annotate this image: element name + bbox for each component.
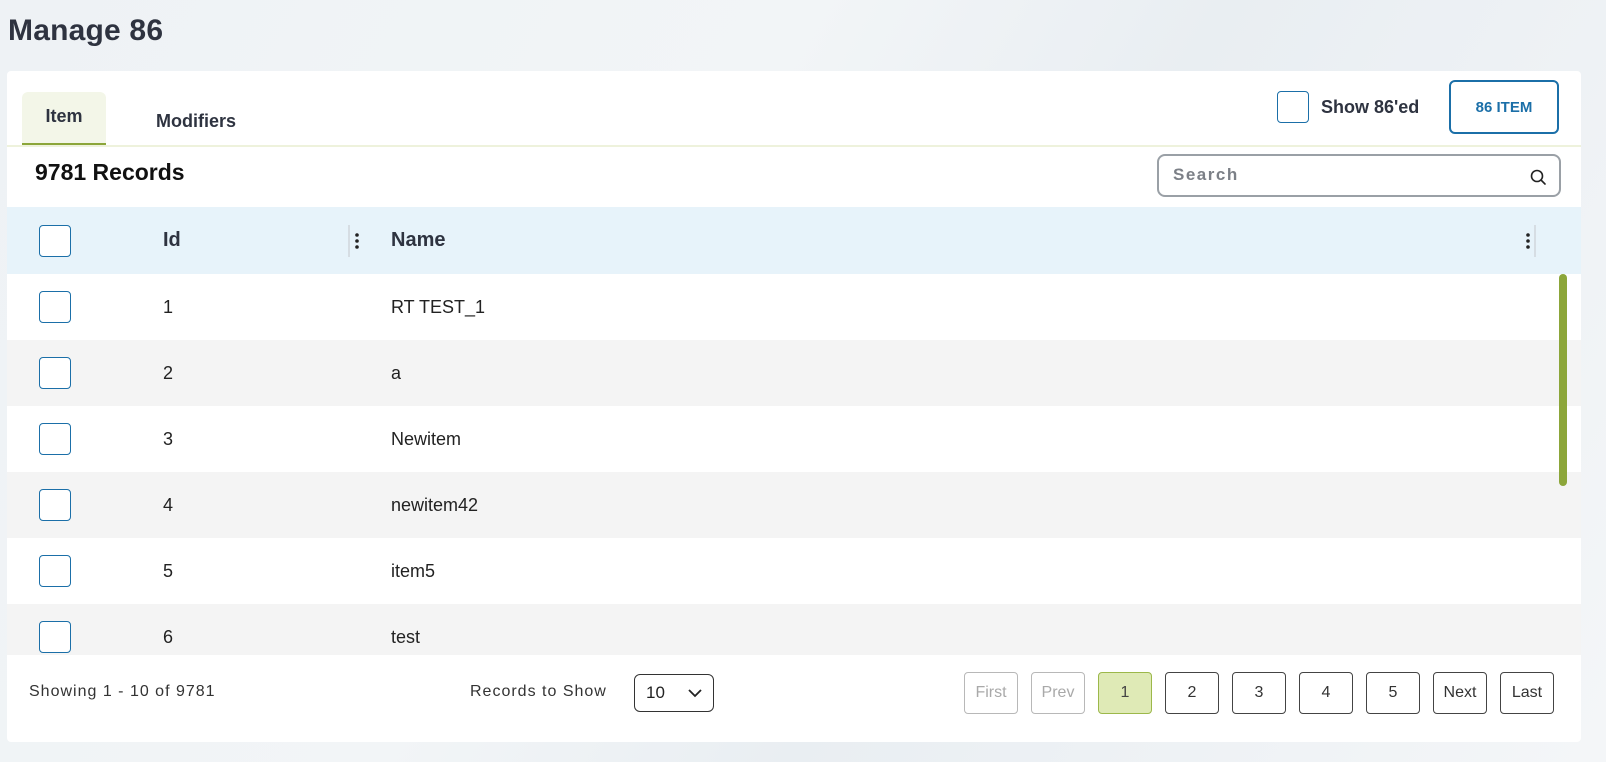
row-id: 1	[163, 296, 174, 317]
chevron-down-icon	[688, 689, 702, 698]
column-header-name[interactable]: Name	[381, 229, 1581, 252]
page-button-3[interactable]: 3	[1232, 672, 1286, 714]
tab-modifiers[interactable]: Modifiers	[106, 92, 286, 146]
column-resize-handle[interactable]	[348, 225, 350, 257]
row-checkbox[interactable]	[39, 621, 71, 653]
row-id: 2	[163, 362, 174, 383]
page-button-4[interactable]: 4	[1299, 672, 1353, 714]
show-86ed-label: Show 86'ed	[1321, 96, 1420, 117]
pagination: First Prev 1 2 3 4 5 Next Last	[964, 672, 1554, 714]
row-name-cell: newitem42	[381, 495, 1581, 516]
row-name-cell: RT TEST_1	[381, 297, 1581, 318]
table-row[interactable]: 3 Newitem	[7, 406, 1581, 472]
next-page-button[interactable]: Next	[1433, 672, 1487, 714]
page-button-1[interactable]: 1	[1098, 672, 1152, 714]
row-id-cell: 1	[147, 297, 381, 318]
row-id-cell: 4	[147, 495, 381, 516]
prev-page-button[interactable]: Prev	[1031, 672, 1085, 714]
tab-bar: Item Modifiers	[22, 92, 286, 147]
table-footer: Showing 1 - 10 of 9781 Records to Show 1…	[7, 655, 1581, 742]
table-row[interactable]: 5 item5	[7, 538, 1581, 604]
row-name: newitem42	[391, 494, 479, 515]
row-id-cell: 2	[147, 363, 381, 384]
table-header: Id Name	[7, 207, 1581, 274]
row-checkbox[interactable]	[39, 555, 71, 587]
row-id: 6	[163, 626, 174, 647]
table-row[interactable]: 2 a	[7, 340, 1581, 406]
select-all-checkbox[interactable]	[39, 224, 71, 257]
records-count: 9781 Records	[35, 159, 185, 185]
column-resize-handle[interactable]	[1534, 225, 1536, 257]
page-title: Manage 86	[8, 14, 164, 47]
86-item-button[interactable]: 86 ITEM	[1449, 80, 1559, 134]
show-86ed-checkbox[interactable]	[1277, 91, 1309, 123]
row-id-cell: 3	[147, 429, 381, 450]
column-id-menu-icon[interactable]	[348, 228, 366, 254]
row-name-cell: test	[381, 627, 1581, 648]
column-header-id[interactable]: Id	[147, 229, 381, 252]
manage-86-card: Item Modifiers Show 86'ed 86 ITEM 9781 R…	[7, 71, 1581, 742]
row-check-cell	[7, 489, 147, 521]
row-checkbox[interactable]	[39, 423, 71, 455]
row-name: a	[391, 362, 402, 383]
showing-range: Showing 1 - 10 of 9781	[29, 683, 216, 700]
table-row[interactable]: 1 RT TEST_1	[7, 274, 1581, 340]
show-86ed-toggle[interactable]: Show 86'ed	[1277, 91, 1419, 123]
page-button-5[interactable]: 5	[1366, 672, 1420, 714]
row-check-cell	[7, 291, 147, 323]
table-row[interactable]: 6 test	[7, 604, 1581, 655]
row-check-cell	[7, 423, 147, 455]
row-id: 3	[163, 428, 174, 449]
row-id: 5	[163, 560, 174, 581]
row-name: Newitem	[391, 428, 462, 449]
table-scrollbar-thumb[interactable]	[1559, 274, 1567, 486]
tab-item[interactable]: Item	[22, 92, 106, 146]
row-name: item5	[391, 560, 436, 581]
records-to-show-label: Records to Show	[470, 683, 607, 700]
row-checkbox[interactable]	[39, 291, 71, 323]
column-id-label: Id	[163, 229, 181, 251]
search-box	[1157, 154, 1561, 197]
row-check-cell	[7, 555, 147, 587]
records-to-show-value: 10	[646, 683, 665, 702]
row-check-cell	[7, 621, 147, 653]
page-button-2[interactable]: 2	[1165, 672, 1219, 714]
table-row[interactable]: 4 newitem42	[7, 472, 1581, 538]
row-id-cell: 5	[147, 561, 381, 582]
last-page-button[interactable]: Last	[1500, 672, 1554, 714]
row-name: RT TEST_1	[391, 296, 486, 317]
column-name-label: Name	[391, 229, 446, 251]
row-name-cell: a	[381, 363, 1581, 384]
row-check-cell	[7, 357, 147, 389]
header-check-cell	[7, 224, 147, 257]
row-id-cell: 6	[147, 627, 381, 648]
row-id: 4	[163, 494, 174, 515]
row-checkbox[interactable]	[39, 489, 71, 521]
row-name-cell: Newitem	[381, 429, 1581, 450]
row-name: test	[391, 626, 421, 647]
row-checkbox[interactable]	[39, 357, 71, 389]
items-table: Id Name 1 RT TEST_1 2 a 3 Newitem 4 newi…	[7, 207, 1581, 655]
row-name-cell: item5	[381, 561, 1581, 582]
search-icon[interactable]	[1529, 168, 1547, 186]
first-page-button[interactable]: First	[964, 672, 1018, 714]
search-input[interactable]	[1173, 156, 1513, 194]
records-to-show-select[interactable]: 10	[634, 674, 714, 712]
table-scrollbar[interactable]	[1559, 274, 1567, 655]
tabs-divider	[7, 145, 1581, 147]
